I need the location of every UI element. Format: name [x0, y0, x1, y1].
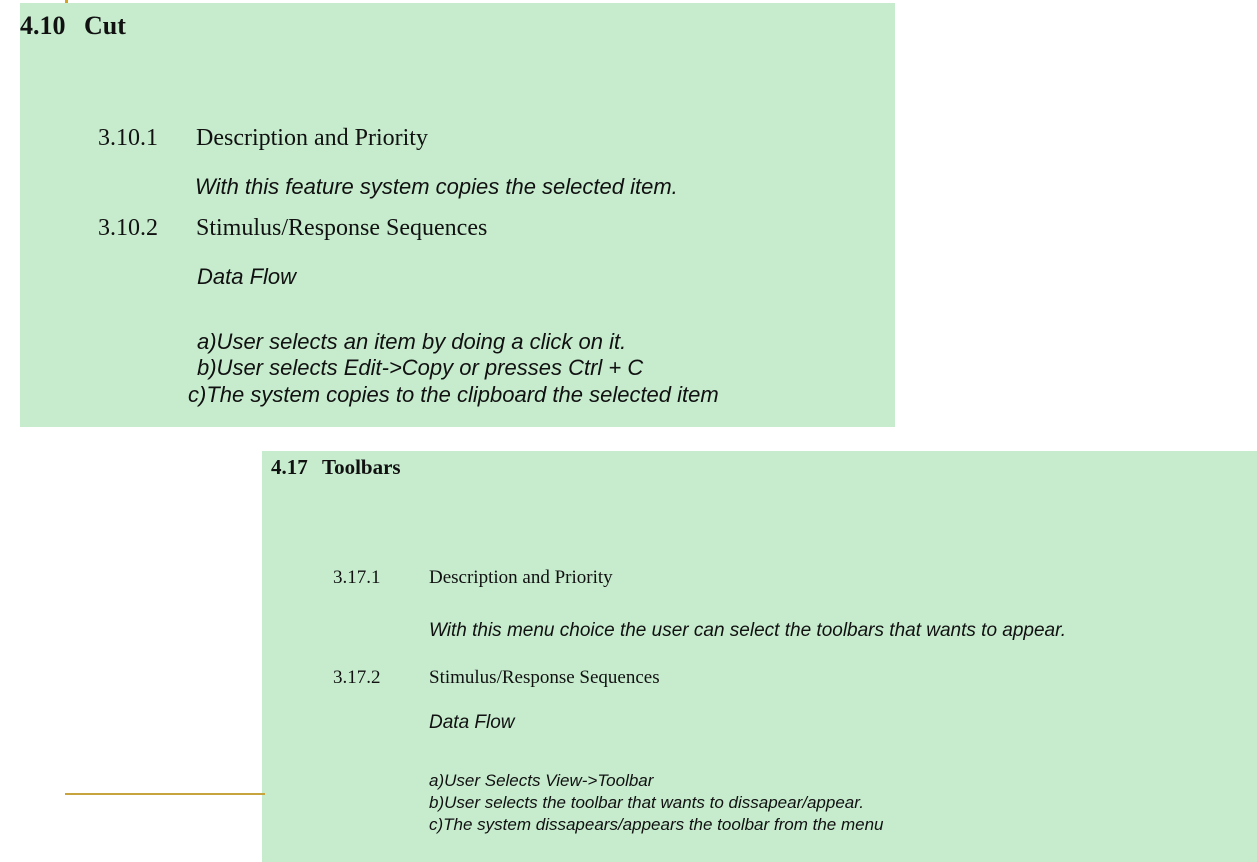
- sequence-heading: 3.17.2 Stimulus/Response Sequences: [333, 667, 660, 689]
- subsection-label: Description and Priority: [429, 567, 613, 588]
- subsection-label: Stimulus/Response Sequences: [429, 667, 660, 688]
- section-title: 4.17 Toolbars: [271, 455, 401, 480]
- step-item: c)The system dissapears/appears the tool…: [429, 815, 884, 834]
- subsection-label: Description and Priority: [196, 125, 428, 151]
- step-item: b)User selects Edit->Copy or presses Ctr…: [197, 355, 644, 380]
- section-title-text: Cut: [84, 11, 126, 40]
- subsection-number: 3.10.2: [98, 215, 158, 241]
- step-item: b)User selects the toolbar that wants to…: [429, 793, 864, 812]
- accent-underline: [65, 793, 265, 795]
- description-heading: 3.17.1 Description and Priority: [333, 567, 613, 589]
- section-panel-cut: 4.10 Cut 3.10.1 Description and Priority W…: [20, 3, 895, 427]
- section-number: 4.10: [20, 11, 66, 40]
- section-title: 4.10 Cut: [20, 11, 126, 41]
- step-item: c)The system copies to the clipboard the…: [188, 382, 719, 407]
- section-title-text: Toolbars: [322, 455, 401, 479]
- description-text: With this menu choice the user can selec…: [429, 620, 1067, 641]
- subsection-number: 3.17.1: [333, 567, 381, 588]
- step-item: a)User selects an item by doing a click …: [197, 329, 627, 354]
- subsection-label: Stimulus/Response Sequences: [196, 215, 488, 241]
- description-text: With this feature system copies the sele…: [195, 174, 678, 199]
- section-number: 4.17: [271, 455, 308, 479]
- subsection-number: 3.17.2: [333, 667, 381, 688]
- description-heading: 3.10.1 Description and Priority: [98, 125, 428, 152]
- sequence-heading: 3.10.2 Stimulus/Response Sequences: [98, 215, 487, 242]
- data-flow-label: Data Flow: [197, 264, 297, 289]
- step-item: a)User Selects View->Toolbar: [429, 771, 654, 790]
- data-flow-label: Data Flow: [429, 712, 515, 733]
- section-panel-toolbars: 4.17 Toolbars 3.17.1 Description and Prior…: [262, 451, 1257, 862]
- subsection-number: 3.10.1: [98, 125, 158, 151]
